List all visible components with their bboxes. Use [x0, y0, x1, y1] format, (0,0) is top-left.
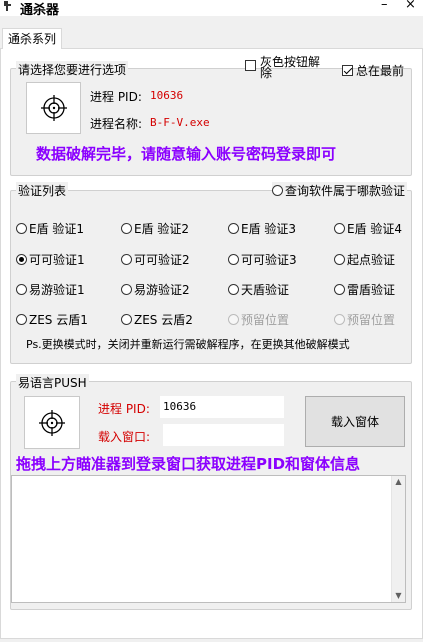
- crosshair-target-1[interactable]: [26, 82, 81, 134]
- radio-circle[interactable]: [228, 284, 239, 295]
- always-on-top-checkbox-box[interactable]: [342, 65, 353, 76]
- always-on-top-checkbox[interactable]: 总在最前: [342, 62, 404, 79]
- crosshair-icon: [40, 95, 67, 121]
- radio-text: 预留位置: [241, 313, 290, 327]
- window-title: 通杀器: [20, 3, 60, 18]
- radio-circle[interactable]: [121, 314, 132, 325]
- radio-text: E盾 验证1: [29, 222, 85, 236]
- radio-qidian[interactable]: 起点验证: [334, 251, 395, 268]
- process-name-value: B-F-V.exe: [150, 116, 210, 129]
- radio-edun-2[interactable]: E盾 验证2: [121, 220, 189, 237]
- query-software-radio-circle[interactable]: [272, 185, 283, 196]
- radio-text: ZES 云盾1: [29, 313, 88, 327]
- crosshair-target-2[interactable]: [24, 396, 80, 449]
- load-window-button[interactable]: 载入窗体: [305, 396, 405, 447]
- radio-circle[interactable]: [334, 284, 345, 295]
- radio-yiyou-2[interactable]: 易游验证2: [121, 281, 190, 298]
- radio-text: E盾 验证4: [347, 222, 403, 236]
- pid-label: 进程 PID:: [90, 90, 142, 104]
- radio-circle: [334, 314, 345, 325]
- radio-edun-4[interactable]: E盾 验证4: [334, 220, 402, 237]
- radio-circle: [228, 314, 239, 325]
- radio-circle[interactable]: [16, 223, 27, 234]
- radio-circle[interactable]: [16, 284, 27, 295]
- radio-reserved-1: 预留位置: [228, 311, 289, 328]
- drag-crosshair-banner: 拖拽上方瞄准器到登录窗口获取进程PID和窗体信息: [16, 455, 361, 473]
- radio-circle[interactable]: [121, 254, 132, 265]
- gray-button-checkbox-label: 灰色按钮解 除: [260, 55, 321, 80]
- radio-text: 易游验证2: [134, 283, 190, 297]
- pid-value: 10636: [150, 89, 184, 102]
- tab-tongsha[interactable]: 通杀系列: [2, 28, 62, 49]
- load-window-input[interactable]: [163, 424, 284, 446]
- radio-text: 可可验证2: [134, 253, 190, 267]
- group-select-title: 请选择您要进行选项: [16, 61, 129, 78]
- radio-circle[interactable]: [121, 284, 132, 295]
- radio-circle[interactable]: [228, 223, 239, 234]
- radio-circle[interactable]: [16, 254, 27, 265]
- radio-circle[interactable]: [121, 223, 132, 234]
- crack-done-banner: 数据破解完毕，请随意输入账号密码登录即可: [36, 145, 337, 163]
- radio-text: E盾 验证3: [241, 222, 297, 236]
- radio-keke-1[interactable]: 可可验证1: [16, 251, 85, 268]
- radio-circle[interactable]: [334, 254, 345, 265]
- radio-circle[interactable]: [228, 254, 239, 265]
- radio-circle[interactable]: [334, 223, 345, 234]
- group-push-title: 易语言PUSH: [16, 374, 89, 391]
- radio-text: 天盾验证: [241, 283, 290, 297]
- load-window-label: 载入窗口:: [98, 430, 151, 444]
- push-pid-label: 进程 PID:: [98, 402, 150, 416]
- gray-button-checkbox-box[interactable]: [245, 60, 256, 71]
- radio-reserved-2: 预留位置: [334, 311, 395, 328]
- radio-keke-2[interactable]: 可可验证2: [121, 251, 190, 268]
- group-verify-title: 验证列表: [16, 182, 69, 199]
- radio-keke-3[interactable]: 可可验证3: [228, 251, 297, 268]
- app-icon: [2, 0, 14, 15]
- radio-text: ZES 云盾2: [134, 313, 193, 327]
- radio-text: 雷盾验证: [347, 283, 396, 297]
- radio-edun-1[interactable]: E盾 验证1: [16, 220, 84, 237]
- textarea-scrollbar[interactable]: ▲ ▼: [391, 476, 405, 602]
- scroll-up-icon[interactable]: ▲: [392, 476, 405, 488]
- crosshair-icon: [39, 409, 65, 436]
- radio-zes-1[interactable]: ZES 云盾1: [16, 311, 88, 328]
- close-icon[interactable]: ×: [405, 0, 416, 12]
- title-bar: [0, 0, 423, 16]
- radio-zes-2[interactable]: ZES 云盾2: [121, 311, 193, 328]
- push-pid-input[interactable]: 10636: [160, 396, 284, 418]
- radio-circle[interactable]: [16, 314, 27, 325]
- radio-text: 可可验证1: [29, 253, 85, 267]
- radio-tiandun[interactable]: 天盾验证: [228, 281, 289, 298]
- radio-text: 起点验证: [347, 253, 396, 267]
- radio-text: 预留位置: [347, 313, 396, 327]
- radio-text: 可可验证3: [241, 253, 297, 267]
- gray-button-checkbox[interactable]: 灰色按钮解 除: [245, 55, 321, 80]
- push-output-textarea[interactable]: [11, 475, 406, 603]
- always-on-top-label: 总在最前: [356, 64, 405, 78]
- radio-leidun[interactable]: 雷盾验证: [334, 281, 395, 298]
- radio-text: E盾 验证2: [134, 222, 190, 236]
- minimize-icon[interactable]: –: [381, 0, 388, 12]
- mode-change-note: Ps.更换模式时，关闭并重新运行需破解程序，在更换其他破解模式: [26, 338, 350, 351]
- radio-edun-3[interactable]: E盾 验证3: [228, 220, 296, 237]
- scroll-down-icon[interactable]: ▼: [392, 590, 405, 602]
- radio-text: 易游验证1: [29, 283, 85, 297]
- process-name-label: 进程名称:: [90, 117, 143, 131]
- radio-yiyou-1[interactable]: 易游验证1: [16, 281, 85, 298]
- query-software-radio[interactable]: 查询软件属于哪款验证: [272, 182, 408, 199]
